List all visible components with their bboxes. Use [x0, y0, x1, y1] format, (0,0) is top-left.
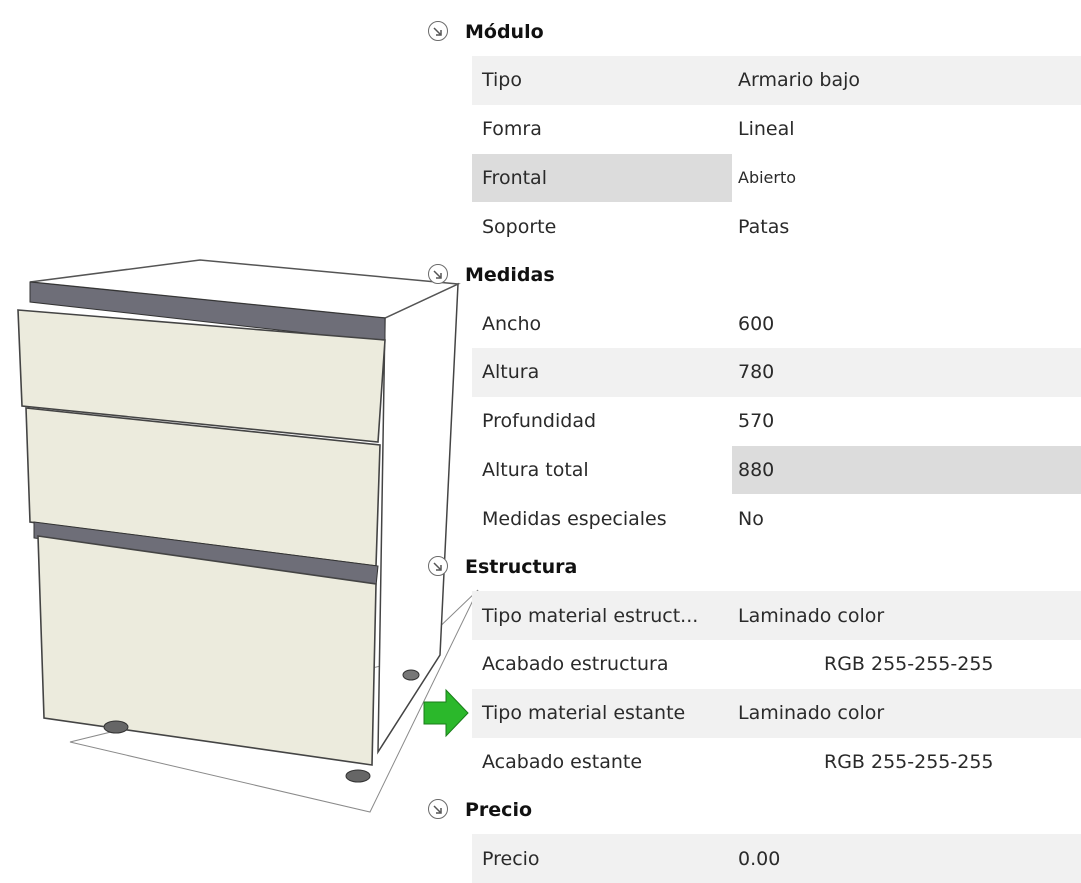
section-header-1[interactable]: Medidas	[428, 251, 1081, 299]
property-label: Acabado estructura	[482, 653, 669, 676]
property-row[interactable]: Frontal Abierto	[428, 153, 1081, 203]
property-row[interactable]: Altura total 880	[428, 445, 1081, 495]
property-label: Ancho	[482, 312, 542, 335]
section-title: Estructura	[465, 556, 578, 579]
property-row[interactable]: Fomra Lineal	[428, 105, 1081, 154]
property-label: Medidas especiales	[482, 507, 667, 530]
cabinet-leg	[345, 769, 371, 783]
property-label: Frontal	[472, 153, 732, 203]
property-row[interactable]: Acabado estante RGB 255-255-255	[428, 738, 1081, 787]
property-grid: Módulo Tipo Armario bajo Fomra Lineal Frontal…	[428, 8, 1081, 883]
property-value[interactable]: RGB 255-255-255	[732, 738, 1081, 787]
property-row[interactable]: Soporte Patas	[428, 202, 1081, 251]
property-label: Acabado estante	[482, 750, 643, 773]
property-value[interactable]: Laminado color	[732, 688, 1081, 738]
section-title: Medidas	[465, 264, 555, 287]
property-label: Tipo	[472, 56, 732, 105]
property-row[interactable]: Tipo Armario bajo	[428, 56, 1081, 105]
property-label: Profundidad	[482, 410, 597, 433]
collapse-chevron-icon[interactable]	[428, 264, 448, 285]
property-label: Altura total	[482, 458, 589, 481]
property-label: Altura	[472, 347, 732, 397]
property-label: Tipo material estante	[472, 688, 732, 738]
section-header-3[interactable]: Precio	[428, 786, 1081, 834]
property-value[interactable]: No	[732, 494, 1081, 543]
collapse-chevron-icon[interactable]	[428, 556, 448, 577]
cabinet-leg	[402, 669, 420, 681]
property-value[interactable]: Lineal	[732, 105, 1081, 154]
property-label: Fomra	[482, 118, 542, 141]
collapse-chevron-icon[interactable]	[428, 799, 448, 820]
property-row[interactable]: Tipo material estruct... Laminado color	[428, 591, 1081, 640]
collapse-chevron-icon[interactable]	[428, 21, 448, 41]
property-row[interactable]: Acabado estructura RGB 255-255-255	[428, 640, 1081, 689]
property-value[interactable]: 600	[732, 299, 1081, 348]
color-swatch[interactable]	[732, 744, 816, 779]
section-title: Precio	[465, 799, 533, 822]
property-value[interactable]: 570	[732, 397, 1081, 446]
property-label: Soporte	[482, 215, 557, 238]
color-value-text: RGB 255-255-255	[824, 653, 994, 676]
property-row[interactable]: Medidas especiales No	[428, 494, 1081, 543]
property-value[interactable]: 780	[732, 347, 1081, 397]
section-title: Módulo	[465, 21, 544, 43]
property-value[interactable]: Armario bajo	[732, 56, 1081, 105]
property-row[interactable]: Altura 780	[428, 347, 1081, 397]
property-row[interactable]: Profundidad 570	[428, 397, 1081, 446]
color-swatch[interactable]	[732, 647, 816, 682]
property-label: Tipo material estruct...	[472, 591, 732, 640]
color-value-text: RGB 255-255-255	[824, 750, 994, 773]
property-value[interactable]: Abierto	[732, 154, 1081, 203]
property-value[interactable]: 880	[732, 445, 1081, 495]
section-header-2[interactable]: Estructura	[428, 543, 1081, 591]
property-row[interactable]: Ancho 600	[428, 299, 1081, 348]
cabinet-leg	[103, 720, 129, 734]
property-value[interactable]: Patas	[732, 202, 1081, 251]
section-header-0[interactable]: Módulo	[428, 8, 1081, 56]
property-row[interactable]: Tipo material estante Laminado color	[428, 688, 1081, 738]
property-value[interactable]: Laminado color	[732, 591, 1081, 640]
property-value[interactable]: RGB 255-255-255	[732, 640, 1081, 689]
